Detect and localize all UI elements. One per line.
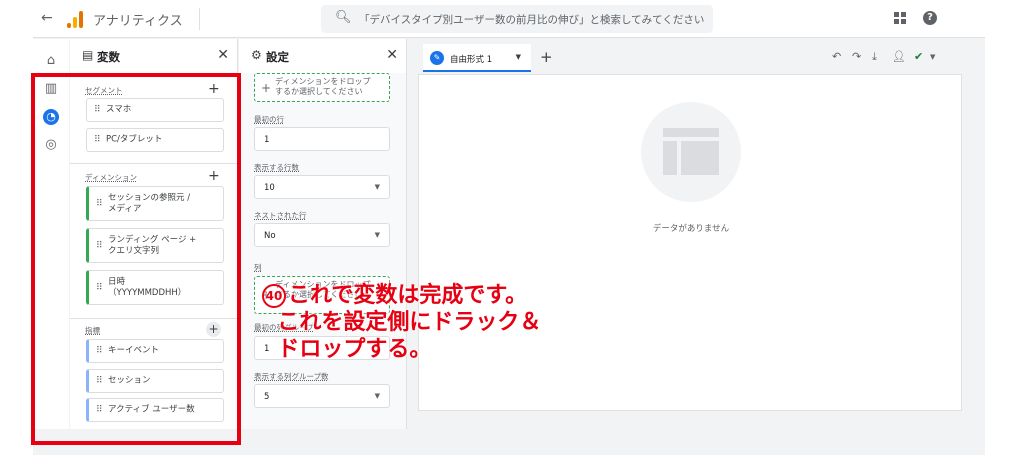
step-number: 40 (262, 284, 286, 308)
annotation-text: 40 これで変数は完成です。 これを設定側にドラック＆ ドロップする。 (262, 282, 541, 363)
tab-freeform[interactable]: ✎ 自由形式 1 ▼ (423, 44, 531, 72)
variables-header: ▤ 変数 ✕ (70, 39, 237, 73)
dropdown-caret-icon: ▼ (374, 231, 380, 239)
show-rows-label: 表示する行数 (254, 163, 299, 172)
variables-icon: ▤ (82, 48, 94, 62)
home-icon[interactable]: ⌂ (43, 53, 59, 69)
download-icon[interactable]: ⤓ (872, 50, 877, 64)
start-row-label: 最初の行 (254, 115, 284, 124)
close-icon[interactable]: ✕ (217, 47, 229, 63)
top-bar: ← アナリティクス 🔍︎ 「デバイスタイプ別ユーザー数の前月比の伸び」と検索して… (33, 0, 985, 38)
annotation-line-2: これを設定側にドラック＆ (277, 310, 542, 335)
search-bar[interactable]: 🔍︎ 「デバイスタイプ別ユーザー数の前月比の伸び」と検索してみてください (321, 5, 713, 33)
tab-bar: ✎ 自由形式 1 ▼ + ↶ ↷ ⤓ 👤︎ ✔ ▼ (418, 44, 962, 72)
rows-drop-zone[interactable]: + ディメンションをドロップ するか選択してください (254, 73, 390, 102)
app-title: アナリティクス (93, 14, 183, 29)
help-icon[interactable]: ? (923, 11, 937, 25)
chevron-down-icon[interactable]: ▼ (930, 53, 935, 61)
columns-label: 列 (254, 263, 262, 272)
show-column-groups-select[interactable]: 5 ▼ (254, 384, 390, 408)
empty-message: データがありません (652, 224, 730, 234)
share-icon[interactable]: 👤︎ (892, 50, 906, 63)
settings-panel: ⚙ 設定 ✕ + ディメンションをドロップ するか選択してください 最初の行 1… (239, 39, 407, 429)
redo-icon[interactable]: ↷ (852, 50, 861, 63)
gear-icon: ⚙ (251, 48, 262, 62)
show-rows-select[interactable]: 10 ▼ (254, 175, 390, 199)
annotation-line-3: ドロップする。 (277, 337, 432, 362)
variables-title: 変数 (97, 50, 120, 64)
pencil-icon: ✎ (430, 51, 444, 65)
plus-icon: + (261, 80, 272, 95)
search-icon: 🔍︎ (335, 10, 352, 25)
divider (199, 8, 200, 30)
settings-title: 設定 (266, 50, 289, 64)
annotation-line-1: これで変数は完成です。 (288, 283, 528, 308)
analytics-logo-icon[interactable] (67, 10, 83, 28)
dropdown-caret-icon: ▼ (374, 392, 380, 400)
close-icon[interactable]: ✕ (386, 47, 398, 63)
apps-grid-icon[interactable] (894, 12, 906, 24)
dropdown-caret-icon: ▼ (374, 183, 380, 191)
search-placeholder: 「デバイスタイプ別ユーザー数の前月比の伸び」と検索してみてください (359, 14, 705, 26)
empty-table-icon (641, 102, 741, 202)
check-circle-icon[interactable]: ✔ (914, 50, 923, 63)
canvas-toolbar: ↶ ↷ ⤓ 👤︎ ✔ ▼ (832, 50, 962, 66)
add-tab-button[interactable]: + (540, 48, 553, 66)
arrow-left-icon[interactable]: ← (41, 10, 53, 26)
settings-header: ⚙ 設定 ✕ (239, 39, 406, 73)
show-column-groups-label: 表示する列グループ数 (254, 372, 329, 381)
undo-icon[interactable]: ↶ (832, 50, 841, 63)
chevron-down-icon[interactable]: ▼ (516, 53, 521, 61)
nested-rows-label: ネストされた行 (254, 211, 307, 220)
highlight-box (31, 73, 241, 445)
start-row-field[interactable]: 1 (254, 127, 390, 151)
nested-rows-select[interactable]: No ▼ (254, 223, 390, 247)
